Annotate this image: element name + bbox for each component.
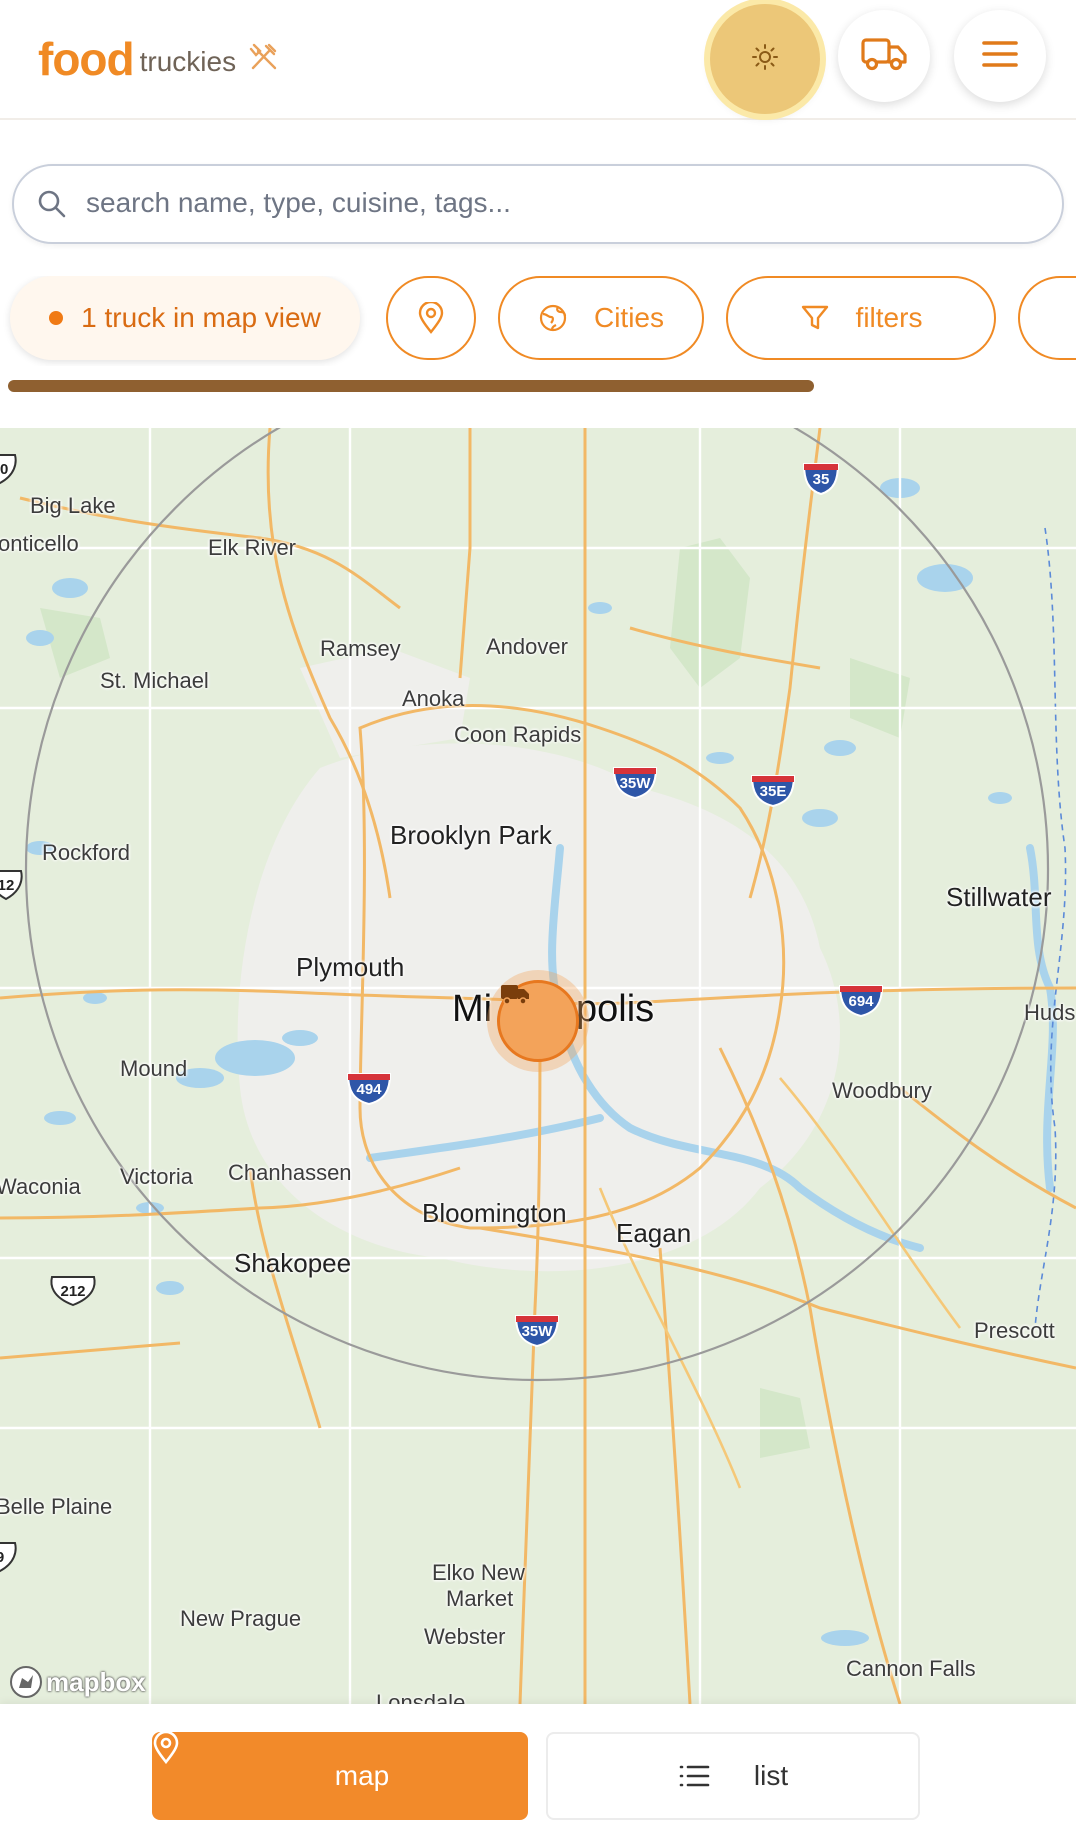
filters-chip[interactable]: filters xyxy=(726,276,996,360)
map-label: Chanhassen xyxy=(228,1160,352,1185)
theme-toggle-button[interactable] xyxy=(710,4,820,114)
map-label: St. Michael xyxy=(100,668,209,693)
us-highway-shield-icon: 10 xyxy=(0,452,18,486)
us-highway-shield-icon: 12 xyxy=(0,868,24,902)
map-label: Cannon Falls xyxy=(846,1656,976,1681)
search-icon xyxy=(36,188,68,225)
loading-progress-bar xyxy=(8,380,814,392)
map-label: Elk River xyxy=(208,535,297,560)
map-label: Anoka xyxy=(402,686,465,711)
map-label: Huds xyxy=(1024,1000,1076,1025)
fork-knife-icon xyxy=(248,41,280,82)
map-label: polis xyxy=(576,988,655,1030)
map-pin-icon xyxy=(417,302,445,334)
map-label: Shakopee xyxy=(234,1248,352,1278)
map-label: Belle Plaine xyxy=(0,1494,113,1519)
truck-count-label: 1 truck in map view xyxy=(81,302,321,333)
mapbox-attribution[interactable]: mapbox xyxy=(8,1664,146,1700)
list-button-label: list xyxy=(753,1760,789,1791)
map-label: Bloomington xyxy=(422,1198,567,1228)
truck-icon xyxy=(860,34,908,79)
interstate-shield-icon: 694 xyxy=(838,984,884,1018)
sun-icon xyxy=(750,42,780,77)
map-label: Prescott xyxy=(974,1318,1055,1343)
map-label: onticello xyxy=(0,531,79,556)
map-label: Rockford xyxy=(42,840,131,865)
logo-truckies: truckies xyxy=(139,46,237,77)
mapbox-logo-icon xyxy=(8,1664,44,1700)
truck-count-chip[interactable]: 1 truck in map view xyxy=(10,276,360,360)
map-label: Mi xyxy=(452,988,493,1030)
menu-button[interactable] xyxy=(954,10,1046,102)
map-label: Eagan xyxy=(616,1218,692,1248)
status-dot xyxy=(49,311,64,325)
map-label: Lonsdale xyxy=(376,1690,466,1704)
map-label: Mound xyxy=(120,1056,188,1081)
map-label: New Prague xyxy=(180,1606,302,1631)
map-view[interactable]: Big Lake onticello Elk River Ramsey Ando… xyxy=(0,428,1076,1704)
map-label: Woodbury xyxy=(832,1078,932,1103)
map-label: Waconia xyxy=(0,1174,81,1199)
map-label: Victoria xyxy=(120,1164,193,1189)
map-label: Ramsey xyxy=(320,636,401,661)
interstate-shield-icon: 35W xyxy=(514,1314,560,1348)
logo[interactable]: food truckies xyxy=(38,22,280,82)
map-label: Coon Rapids xyxy=(454,722,582,747)
logo-food: food xyxy=(38,33,135,85)
cities-label: Cities xyxy=(593,302,664,333)
map-label: Market xyxy=(446,1586,514,1611)
search-bar[interactable] xyxy=(12,164,1064,244)
filters-label: filters xyxy=(855,302,923,333)
search-input[interactable] xyxy=(84,174,1048,232)
map-label: Elko New xyxy=(432,1560,525,1585)
app-header: food truckies xyxy=(0,0,1076,120)
filter-chips: 1 truck in map view Cities filters xyxy=(0,276,1076,366)
list-view-button[interactable]: list xyxy=(546,1732,920,1820)
map-label: Andover xyxy=(486,634,568,659)
us-highway-shield-icon: 212 xyxy=(48,1274,98,1308)
globe-icon xyxy=(538,303,568,333)
interstate-shield-icon: 494 xyxy=(346,1072,392,1106)
interstate-shield-icon: 35W xyxy=(612,766,658,800)
list-icon xyxy=(678,1763,710,1789)
map-label: Big Lake xyxy=(30,493,116,518)
map-label: Plymouth xyxy=(296,952,405,982)
us-highway-shield-icon: 9 xyxy=(0,1540,18,1574)
bottom-nav: map list xyxy=(0,1704,1076,1828)
map-button-label: map xyxy=(334,1760,390,1791)
map-label: Brooklyn Park xyxy=(390,820,552,850)
cities-chip[interactable]: Cities xyxy=(498,276,704,360)
truck-marker[interactable] xyxy=(497,980,579,1062)
mapbox-label: mapbox xyxy=(46,1666,146,1697)
interstate-shield-icon: 35 xyxy=(802,462,840,496)
location-chip[interactable] xyxy=(386,276,476,360)
filter-icon xyxy=(800,303,830,333)
more-chip[interactable] xyxy=(1018,276,1076,360)
interstate-shield-icon: 35E xyxy=(750,774,796,808)
hamburger-menu-icon xyxy=(980,37,1020,76)
trucks-button[interactable] xyxy=(838,10,930,102)
map-label: Stillwater xyxy=(946,882,1052,912)
map-view-button[interactable]: map xyxy=(152,1732,528,1820)
map-label: Webster xyxy=(424,1624,506,1649)
